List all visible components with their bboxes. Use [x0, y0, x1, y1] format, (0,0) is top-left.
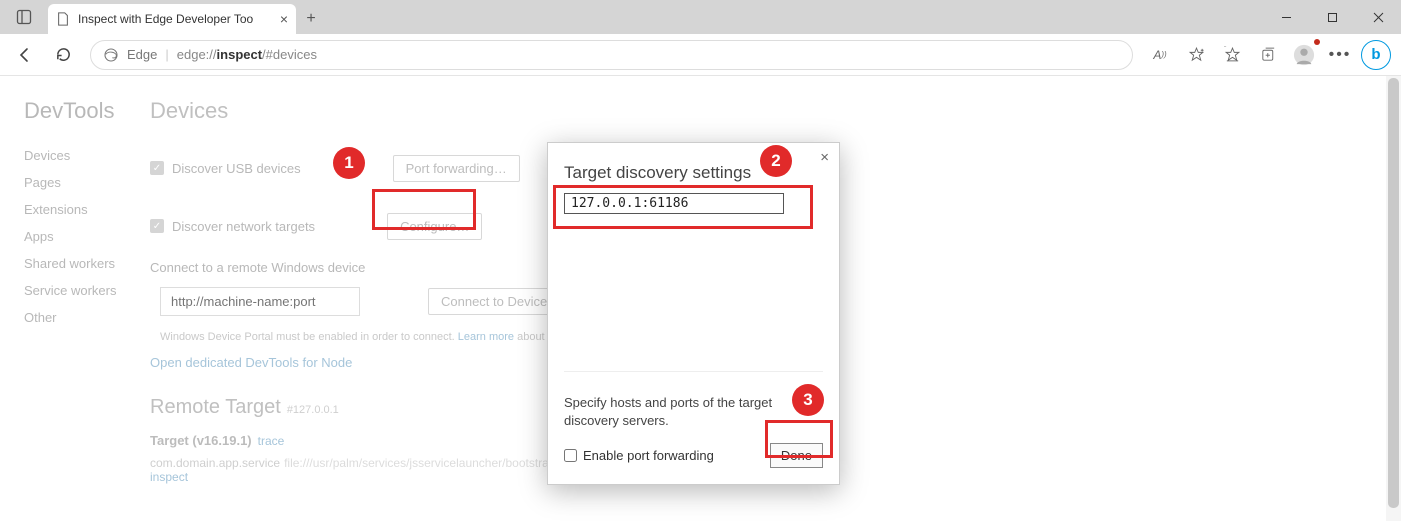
- edge-icon: [103, 47, 119, 63]
- sidebar-item-extensions[interactable]: Extensions: [24, 196, 150, 223]
- learn-more-link[interactable]: Learn more: [458, 331, 514, 343]
- address-bar[interactable]: Edge | edge://inspect/#devices: [90, 40, 1133, 70]
- back-button[interactable]: [8, 38, 42, 72]
- enable-port-forwarding[interactable]: Enable port forwarding: [564, 448, 714, 463]
- highlight-configure: [372, 189, 476, 230]
- trace-link[interactable]: trace: [258, 434, 285, 448]
- minimize-button[interactable]: [1263, 0, 1309, 34]
- new-tab-button[interactable]: +: [296, 4, 326, 34]
- favorites-bar-icon[interactable]: [1215, 38, 1249, 72]
- sidebar-item-devices[interactable]: Devices: [24, 142, 150, 169]
- enable-pf-checkbox[interactable]: [564, 449, 577, 462]
- highlight-done: [765, 420, 833, 458]
- page-icon: [56, 12, 70, 26]
- window-titlebar: Inspect with Edge Developer Too × +: [0, 0, 1401, 34]
- refresh-button[interactable]: [46, 38, 80, 72]
- window-controls: [1263, 0, 1401, 34]
- devtools-sidebar: DevTools Devices Pages Extensions Apps S…: [0, 76, 150, 521]
- annotation-1: 1: [333, 147, 365, 179]
- browser-tab[interactable]: Inspect with Edge Developer Too ×: [48, 4, 296, 34]
- connect-device-button[interactable]: Connect to Device: [428, 288, 560, 315]
- annotation-3: 3: [792, 384, 824, 416]
- tab-title: Inspect with Edge Developer Too: [78, 12, 253, 26]
- label-network: Discover network targets: [172, 219, 315, 234]
- sidebar-item-pages[interactable]: Pages: [24, 169, 150, 196]
- sidebar-item-apps[interactable]: Apps: [24, 223, 150, 250]
- sidebar-item-service-workers[interactable]: Service workers: [24, 277, 150, 304]
- browser-toolbar: Edge | edge://inspect/#devices A)) ••• b: [0, 34, 1401, 76]
- maximize-button[interactable]: [1309, 0, 1355, 34]
- annotation-2: 2: [760, 145, 792, 177]
- dialog-close-icon[interactable]: ×: [820, 149, 829, 166]
- url-text: edge://inspect/#devices: [177, 47, 317, 62]
- remote-device-input[interactable]: [160, 287, 360, 316]
- read-aloud-icon[interactable]: A)): [1143, 38, 1177, 72]
- tab-actions-icon[interactable]: [0, 0, 48, 34]
- devtools-title: DevTools: [24, 98, 150, 124]
- port-forwarding-button[interactable]: Port forwarding…: [393, 155, 520, 182]
- collections-icon[interactable]: [1251, 38, 1285, 72]
- favorite-icon[interactable]: [1179, 38, 1213, 72]
- edge-label: Edge: [127, 47, 157, 62]
- highlight-host-input: [553, 185, 813, 229]
- window-close-button[interactable]: [1355, 0, 1401, 34]
- more-icon[interactable]: •••: [1323, 38, 1357, 72]
- remote-target-ip: #127.0.0.1: [287, 404, 339, 416]
- checkbox-usb[interactable]: ✓: [150, 161, 164, 175]
- checkbox-network[interactable]: ✓: [150, 219, 164, 233]
- profile-avatar[interactable]: [1287, 38, 1321, 72]
- scrollbar-thumb[interactable]: [1388, 78, 1399, 508]
- host-list-area: [564, 214, 823, 372]
- tab-close-icon[interactable]: ×: [280, 11, 288, 27]
- sidebar-item-shared-workers[interactable]: Shared workers: [24, 250, 150, 277]
- label-usb: Discover USB devices: [172, 161, 301, 176]
- sidebar-item-other[interactable]: Other: [24, 304, 150, 331]
- devices-heading: Devices: [150, 98, 1401, 124]
- toolbar-right: A)) ••• b: [1143, 38, 1393, 72]
- bing-button[interactable]: b: [1359, 38, 1393, 72]
